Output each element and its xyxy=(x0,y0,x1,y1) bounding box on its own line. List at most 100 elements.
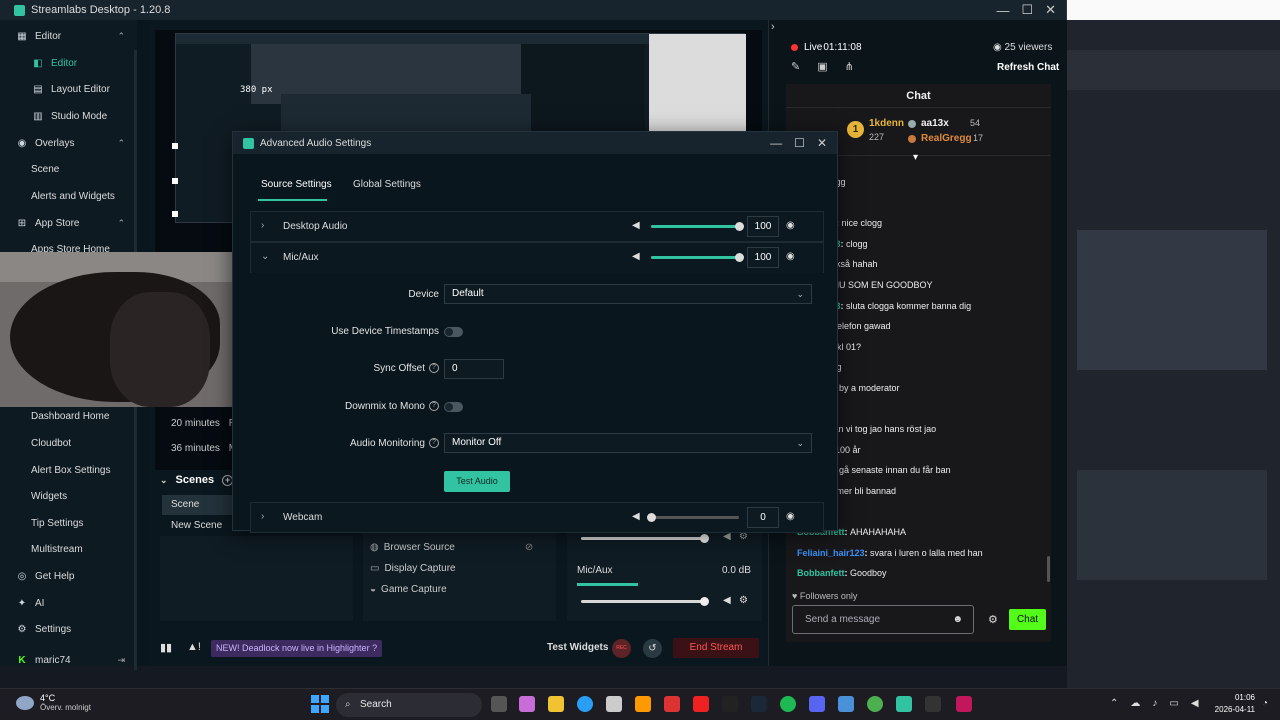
minimize-button[interactable]: — xyxy=(996,3,1009,18)
downmix-toggle[interactable] xyxy=(444,402,463,412)
chevron-down-icon[interactable]: ⌄ xyxy=(160,475,168,486)
volume-slider[interactable] xyxy=(651,222,744,231)
sidebar-item-layout-editor[interactable]: ▤ Layout Editor xyxy=(0,77,137,101)
notification-icon[interactable]: ◔ xyxy=(1262,698,1268,709)
stats-icon[interactable]: ▮▮ xyxy=(160,641,172,654)
timestamps-toggle[interactable] xyxy=(444,327,463,337)
speaker-icon[interactable]: ◀ xyxy=(723,595,731,606)
volume-slider[interactable] xyxy=(651,253,744,262)
sidebar-item-scene[interactable]: Scene xyxy=(0,157,137,181)
chat-input[interactable]: Send a message ☻ xyxy=(792,605,974,634)
leader-name[interactable]: aa13x xyxy=(921,118,949,129)
app-icon[interactable] xyxy=(956,696,972,712)
app-icon[interactable] xyxy=(635,696,651,712)
device-select[interactable]: Default ⌄ xyxy=(444,284,812,304)
chat-scrollbar[interactable] xyxy=(1047,556,1050,582)
test-widgets-button[interactable]: Test Widgets xyxy=(547,642,608,653)
chat-username[interactable]: Feliaini_hair123 xyxy=(797,548,865,558)
mic-icon[interactable]: ♪ xyxy=(1152,698,1157,709)
sidebar-item-alert-box-settings[interactable]: Alert Box Settings xyxy=(0,458,137,482)
shield-icon[interactable] xyxy=(664,696,680,712)
sidebar-item-settings[interactable]: ⚙ Settings xyxy=(0,617,137,641)
sidebar-item-widgets[interactable]: Widgets xyxy=(0,484,137,508)
sync-offset-input[interactable]: 0 xyxy=(444,359,504,379)
eye-icon[interactable]: ◉ xyxy=(786,251,795,262)
speaker-icon[interactable]: ◀ xyxy=(632,511,640,522)
refresh-chat-button[interactable]: Refresh Chat xyxy=(997,62,1059,73)
slider-knob[interactable] xyxy=(700,597,709,606)
emoji-icon[interactable]: ☻ xyxy=(952,606,963,633)
slider-knob[interactable] xyxy=(700,534,709,543)
test-audio-button[interactable]: Test Audio xyxy=(444,471,510,492)
streamlabs-icon[interactable] xyxy=(896,696,912,712)
audio-source-row[interactable]: › Webcam ◀ 0 ◉ xyxy=(250,502,824,533)
sidebar-item-ai[interactable]: ✦ AI xyxy=(0,591,137,615)
sidebar-item-multistream[interactable]: Multistream xyxy=(0,537,137,561)
sidebar-item-get-help[interactable]: ◎ Get Help xyxy=(0,564,137,588)
gear-icon[interactable]: ⚙ xyxy=(739,595,748,606)
leader-name[interactable]: RealGregg xyxy=(921,133,972,144)
eye-off-icon[interactable]: ⊘ xyxy=(525,542,533,553)
chat-settings-icon[interactable]: ⚙ xyxy=(988,613,998,626)
eye-icon[interactable]: ◉ xyxy=(786,511,795,522)
minimize-button[interactable]: — xyxy=(770,136,782,150)
sidebar-item-cloudbot[interactable]: Cloudbot xyxy=(0,431,137,455)
photos-icon[interactable] xyxy=(838,696,854,712)
steam-icon[interactable] xyxy=(751,696,767,712)
sidebar-item-dashboard-home[interactable]: Dashboard Home xyxy=(0,404,137,428)
volume-value[interactable]: 0 xyxy=(747,507,779,528)
close-button[interactable]: ✕ xyxy=(817,136,827,150)
task-view-icon[interactable] xyxy=(491,696,507,712)
spotify-icon[interactable] xyxy=(780,696,796,712)
store-icon[interactable] xyxy=(606,696,622,712)
sidebar-item-alerts-widgets[interactable]: Alerts and Widgets xyxy=(0,184,137,208)
mixer-volume-slider[interactable] xyxy=(581,597,709,606)
discord-icon[interactable] xyxy=(809,696,825,712)
maximize-button[interactable]: ☐ xyxy=(794,136,805,150)
speaker-icon[interactable]: ◀ xyxy=(632,251,640,262)
mixer-volume-slider[interactable] xyxy=(581,534,709,543)
sidebar-item-app-store[interactable]: ⊞ App Store ⌃ xyxy=(0,211,137,235)
end-stream-button[interactable]: End Stream xyxy=(673,638,759,658)
clock[interactable]: 01:06 2026-04-11 xyxy=(1210,692,1255,716)
help-icon[interactable]: ? xyxy=(429,438,439,449)
chrome-icon[interactable] xyxy=(867,696,883,712)
resize-handle[interactable] xyxy=(172,211,178,217)
app-icon[interactable] xyxy=(693,696,709,712)
eye-icon[interactable]: ◉ xyxy=(786,220,795,231)
record-button[interactable]: REC xyxy=(612,639,631,658)
monitoring-select[interactable]: Monitor Off ⌄ xyxy=(444,433,812,453)
weather-widget[interactable]: 4°C Överv. molnigt xyxy=(16,693,91,712)
chevron-down-icon[interactable]: ⌄ xyxy=(261,251,269,262)
resize-handle[interactable] xyxy=(172,178,178,184)
chevron-right-icon[interactable]: › xyxy=(261,511,264,522)
chevron-up-icon[interactable]: ⌃ xyxy=(1110,698,1118,709)
webcam-feed[interactable] xyxy=(0,252,271,407)
sidebar-item-tip-settings[interactable]: Tip Settings xyxy=(0,511,137,535)
dashboard-icon[interactable]: ▣ xyxy=(817,60,827,73)
notification-banner[interactable]: NEW! Deadlock now live in Highlighter ? xyxy=(211,640,383,657)
chat-username[interactable]: Bobbanfett xyxy=(797,568,845,578)
source-item[interactable]: ◍ Browser Source ⊘ xyxy=(370,542,533,553)
source-item[interactable]: ▭ Display Capture xyxy=(370,563,456,574)
help-icon[interactable]: ? xyxy=(429,363,439,374)
logout-icon[interactable]: ⇥ xyxy=(117,655,125,666)
share-icon[interactable]: ⋔ xyxy=(845,60,854,73)
sidebar-item-account[interactable]: Kmaric74 ⇥ xyxy=(0,648,137,672)
close-button[interactable]: ✕ xyxy=(1045,2,1056,18)
copilot-icon[interactable] xyxy=(519,696,535,712)
replay-button[interactable]: ↺ xyxy=(643,639,662,658)
chevron-right-icon[interactable]: › xyxy=(261,220,264,231)
terminal-icon[interactable] xyxy=(722,696,738,712)
sidebar-item-overlays[interactable]: ◉ Overlays ⌃ xyxy=(0,131,137,155)
edge-icon[interactable] xyxy=(577,696,593,712)
slider-knob[interactable] xyxy=(735,253,744,262)
audio-source-row[interactable]: › Desktop Audio ◀ 100 ◉ xyxy=(250,211,824,242)
volume-value[interactable]: 100 xyxy=(747,247,779,268)
speaker-icon[interactable]: ◀ xyxy=(632,220,640,231)
send-chat-button[interactable]: Chat xyxy=(1009,609,1046,630)
sidebar-item-studio-mode[interactable]: ▥ Studio Mode xyxy=(0,104,137,128)
pencil-icon[interactable]: ✎ xyxy=(791,60,800,73)
network-icon[interactable]: ▭ xyxy=(1169,698,1178,709)
app-icon[interactable] xyxy=(925,696,941,712)
